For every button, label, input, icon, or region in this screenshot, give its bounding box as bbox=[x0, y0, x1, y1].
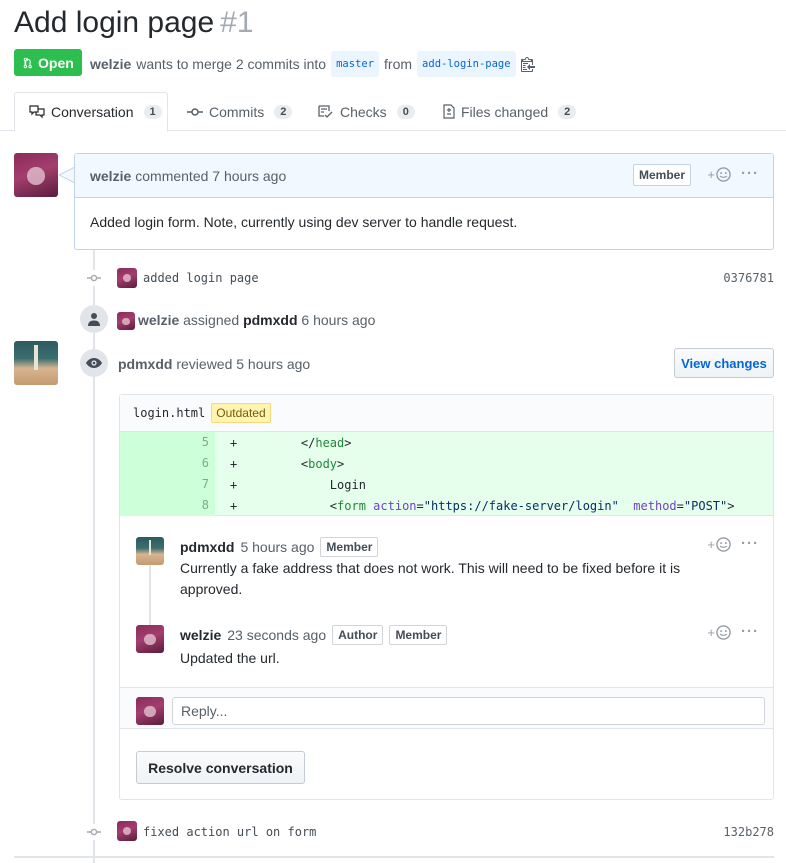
review-text[interactable]: reviewed 5 hours ago bbox=[176, 356, 310, 372]
avatar bbox=[136, 697, 164, 725]
base-branch[interactable]: master bbox=[331, 51, 380, 77]
avatar[interactable] bbox=[117, 821, 137, 841]
avatar[interactable] bbox=[136, 537, 164, 565]
avatar[interactable] bbox=[136, 625, 164, 653]
comment-author[interactable]: welzie bbox=[180, 627, 221, 643]
comment-body: Currently a fake address that does not w… bbox=[180, 560, 681, 597]
checks-icon bbox=[318, 104, 333, 118]
review-comment-header: welzie 23 seconds ago Author Member bbox=[180, 625, 448, 645]
tab-files-changed[interactable]: Files changed 2 bbox=[443, 92, 577, 131]
tab-checks[interactable]: Checks 0 bbox=[318, 92, 415, 131]
file-header: login.html Outdated bbox=[120, 395, 773, 432]
diff-line: 6 + <body> bbox=[120, 453, 773, 474]
comment-author[interactable]: welzie bbox=[90, 168, 131, 184]
file-name[interactable]: login.html bbox=[133, 406, 205, 420]
status-label: Open bbox=[38, 54, 74, 71]
assignee-link[interactable]: pdmxdd bbox=[243, 312, 297, 328]
tab-files-changed-label: Files changed bbox=[461, 103, 549, 120]
file-diff-icon bbox=[443, 104, 455, 119]
pr-author-link[interactable]: welzie bbox=[90, 53, 131, 75]
review-thread: login.html Outdated 5 + </head> 6 + <body>… bbox=[119, 394, 774, 800]
review-event: pdmxdd reviewed 5 hours ago bbox=[118, 356, 310, 372]
more-options-icon[interactable]: ··· bbox=[741, 165, 759, 182]
member-badge: Member bbox=[632, 164, 691, 186]
view-changes-button[interactable]: View changes bbox=[674, 348, 774, 378]
pr-meta-text: wants to merge 2 commits into bbox=[136, 56, 327, 72]
commit-sha[interactable]: 132b278 bbox=[723, 825, 774, 839]
smiley-icon bbox=[716, 537, 731, 552]
comment-header: welzie commented 7 hours ago Member + ··… bbox=[75, 154, 773, 198]
add-reaction-button[interactable]: + bbox=[707, 167, 731, 182]
git-pull-request-icon bbox=[23, 57, 32, 68]
reply-area: Reply... bbox=[120, 687, 773, 729]
diff-line: 7 + Login bbox=[120, 474, 773, 495]
avatar[interactable] bbox=[14, 153, 58, 197]
timeline-divider bbox=[14, 856, 774, 858]
person-icon bbox=[80, 305, 108, 333]
comment-body: Added login form. Note, currently using … bbox=[90, 214, 518, 230]
tab-commits-count: 2 bbox=[274, 104, 293, 119]
commit-icon bbox=[187, 107, 203, 116]
author-badge: Author bbox=[332, 625, 384, 645]
tab-commits-label: Commits bbox=[209, 103, 265, 120]
commit-message[interactable]: added login page bbox=[143, 271, 259, 285]
comment-timestamp[interactable]: 23 seconds ago bbox=[227, 627, 326, 643]
conversation-icon bbox=[29, 105, 45, 119]
assign-event: welzie assigned pdmxdd 6 hours ago bbox=[138, 312, 375, 328]
from-text: from bbox=[384, 56, 413, 72]
tab-conversation[interactable]: Conversation 1 bbox=[14, 92, 168, 132]
tab-commits[interactable]: Commits 2 bbox=[187, 92, 293, 131]
copy-icon[interactable] bbox=[520, 56, 535, 72]
diff-line: 5 + </head> bbox=[120, 432, 773, 453]
smiley-icon bbox=[716, 625, 731, 640]
pr-meta: welzie wants to merge 2 commits into mas… bbox=[90, 51, 535, 77]
tab-conversation-label: Conversation bbox=[51, 104, 134, 120]
more-options-icon[interactable]: ··· bbox=[741, 535, 759, 552]
commit-dot-icon bbox=[86, 824, 102, 840]
member-badge: Member bbox=[320, 537, 379, 557]
assign-time[interactable]: 6 hours ago bbox=[301, 312, 375, 328]
add-reaction-button[interactable]: + bbox=[707, 625, 731, 640]
commit-dot-icon bbox=[86, 270, 102, 286]
tab-conversation-count: 1 bbox=[143, 105, 162, 119]
commit-message[interactable]: fixed action url on form bbox=[143, 825, 316, 839]
review-comment-header: pdmxdd 5 hours ago Member bbox=[180, 537, 379, 557]
pr-title: Add login page #1 bbox=[14, 4, 254, 42]
reviewer-link[interactable]: pdmxdd bbox=[118, 356, 172, 372]
member-badge: Member bbox=[389, 625, 448, 645]
status-badge: Open bbox=[14, 49, 82, 76]
pr-number: #1 bbox=[220, 6, 254, 39]
reply-input[interactable]: Reply... bbox=[172, 697, 765, 725]
pr-title-text: Add login page bbox=[14, 6, 215, 39]
commit-sha[interactable]: 0376781 bbox=[723, 271, 774, 285]
tab-files-changed-count: 2 bbox=[558, 104, 577, 119]
pr-tabs: Conversation 1 Commits 2 Checks 0 Files … bbox=[0, 92, 786, 132]
avatar[interactable] bbox=[14, 341, 58, 385]
diff-line: 8 + <form action="https://fake-server/log… bbox=[120, 495, 773, 516]
tab-checks-count: 0 bbox=[396, 104, 415, 119]
head-branch[interactable]: add-login-page bbox=[417, 51, 516, 77]
comment-body: Updated the url. bbox=[180, 650, 280, 666]
avatar[interactable] bbox=[117, 268, 137, 288]
diff-block: 5 + </head> 6 + <body> 7 + Login 8 + <form a… bbox=[120, 432, 773, 516]
comment-author[interactable]: pdmxdd bbox=[180, 539, 234, 555]
assign-text: assigned bbox=[183, 312, 240, 328]
avatar[interactable] bbox=[117, 312, 135, 330]
resolve-conversation-button[interactable]: Resolve conversation bbox=[136, 751, 305, 784]
add-reaction-button[interactable]: + bbox=[707, 537, 731, 552]
timeline-line bbox=[93, 250, 95, 863]
eye-icon bbox=[80, 349, 108, 377]
more-options-icon[interactable]: ··· bbox=[741, 623, 759, 640]
comment-caret-icon bbox=[58, 167, 75, 183]
comment-timestamp[interactable]: commented 7 hours ago bbox=[135, 168, 286, 184]
comment-timestamp[interactable]: 5 hours ago bbox=[240, 539, 314, 555]
outdated-badge: Outdated bbox=[211, 403, 271, 423]
actor-link[interactable]: welzie bbox=[138, 312, 179, 328]
tab-checks-label: Checks bbox=[340, 103, 387, 120]
smiley-icon bbox=[716, 167, 731, 182]
comment-box: welzie commented 7 hours ago Member + ··… bbox=[74, 153, 774, 250]
